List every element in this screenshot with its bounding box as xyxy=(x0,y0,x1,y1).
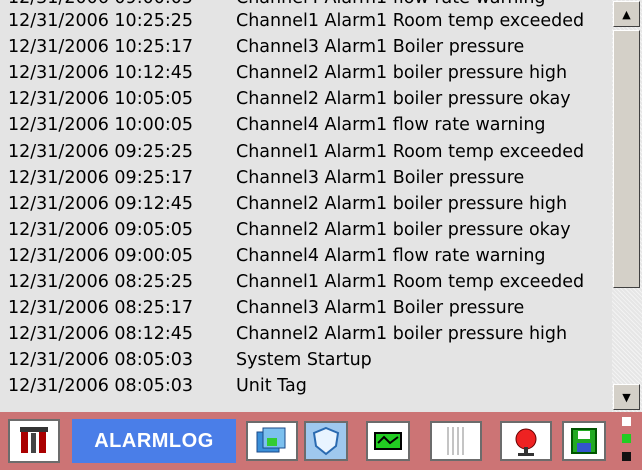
log-message: Channel2 Alarm1 boiler pressure okay xyxy=(236,219,571,240)
log-message: Channel1 Alarm1 Room temp exceeded xyxy=(236,272,585,292)
log-time: 12/31/2006 09:12:45 xyxy=(8,193,194,214)
log-row[interactable]: 12/31/2006 08:25:25 Channel1 Alarm1 Room … xyxy=(8,270,584,294)
log-row[interactable]: 12/31/2006 08:05:03 System Startup xyxy=(8,348,372,372)
log-row[interactable]: 12/31/2006 08:25:17 Channel3 Alarm1 Boile… xyxy=(8,296,524,320)
log-row[interactable]: 12/31/2006 10:25:25 Channel1 Alarm1 Room … xyxy=(8,9,584,33)
log-row[interactable]: 12/31/2006 08:05:03 Unit Tag xyxy=(8,374,307,398)
log-message: Channel3 Alarm1 Boiler pressure xyxy=(236,37,525,58)
log-time: 12/31/2006 09:00:05 xyxy=(8,245,194,266)
list-button[interactable] xyxy=(430,421,482,461)
log-row[interactable]: 12/31/2006 09:05:05 Channel2 Alarm1 boile… xyxy=(8,218,571,242)
log-time: 12/31/2006 10:00:05 xyxy=(8,115,194,136)
log-time: 12/31/2006 09:25:25 xyxy=(8,141,194,162)
log-row[interactable]: 12/31/2006 10:00:05 Channel4 Alarm1 flow … xyxy=(8,113,546,137)
log-row[interactable]: 12/31/2006 09:12:45 Channel2 Alarm1 boile… xyxy=(8,192,567,216)
status-led-1 xyxy=(622,417,631,426)
log-time: 12/31/2006 10:05:05 xyxy=(8,89,194,110)
log-row[interactable]: 12/31/2006 08:12:45 Channel2 Alarm1 boile… xyxy=(8,322,567,346)
shield-icon xyxy=(312,426,340,456)
log-row[interactable]: 12/31/2006 09:25:25 Channel1 Alarm1 Room … xyxy=(8,140,584,164)
list-icon xyxy=(447,427,464,455)
log-row[interactable]: 12/31/2006 09:00:05 Channel4 Alarm1 flow … xyxy=(8,244,546,268)
log-message: Channel2 Alarm1 boiler pressure high xyxy=(236,63,568,84)
log-message: Channel2 Alarm1 boiler pressure high xyxy=(236,324,568,345)
log-message: Channel3 Alarm1 Boiler pressure xyxy=(236,298,525,319)
alarm-log-list[interactable]: 12/31/2006 09:00:05 Channel4 Alarm1 flow … xyxy=(0,0,612,412)
setup-button[interactable] xyxy=(8,419,60,463)
bottom-toolbar: ALARMLOG xyxy=(0,412,642,470)
log-time: 12/31/2006 09:05:05 xyxy=(8,219,194,240)
log-row[interactable]: 12/31/2006 09:25:17 Channel3 Alarm1 Boile… xyxy=(8,166,524,190)
log-message: Channel1 Alarm1 Room temp exceeded xyxy=(236,141,585,162)
log-row[interactable]: 12/31/2006 10:25:17 Channel3 Alarm1 Boile… xyxy=(8,35,524,59)
alarm-groups-button[interactable] xyxy=(246,421,298,461)
log-row[interactable]: 12/31/2006 10:12:45 Channel2 Alarm1 boile… xyxy=(8,61,567,85)
save-icon xyxy=(571,428,597,454)
log-message: System Startup xyxy=(236,350,372,371)
status-led-3 xyxy=(622,452,631,461)
scroll-down-button[interactable]: ▼ xyxy=(613,384,640,410)
log-time: 12/31/2006 10:25:17 xyxy=(8,37,194,58)
save-button[interactable] xyxy=(562,421,606,461)
arrow-up-icon: ▲ xyxy=(622,7,631,21)
log-message: Channel4 Alarm1 flow rate warning xyxy=(236,115,546,136)
log-message: Channel1 Alarm1 Room temp exceeded xyxy=(236,11,585,31)
log-time: 12/31/2006 08:05:03 xyxy=(8,350,194,371)
log-message: Channel3 Alarm1 Boiler pressure xyxy=(236,167,525,188)
arrow-down-icon: ▼ xyxy=(622,390,631,404)
log-time: 12/31/2006 08:25:17 xyxy=(8,298,194,319)
log-time: 12/31/2006 09:25:17 xyxy=(8,167,194,188)
log-time: 12/31/2006 10:25:25 xyxy=(8,11,194,31)
trend-button[interactable] xyxy=(366,421,410,461)
tools-icon xyxy=(20,427,48,453)
log-time: 12/31/2006 08:05:03 xyxy=(8,376,194,397)
alarm-bell-icon xyxy=(515,428,537,456)
log-message: Channel2 Alarm1 boiler pressure high xyxy=(236,193,568,214)
scroll-up-button[interactable]: ▲ xyxy=(613,1,640,27)
log-time: 12/31/2006 10:12:45 xyxy=(8,63,194,84)
log-message: Channel2 Alarm1 boiler pressure okay xyxy=(236,89,571,110)
screen-title: ALARMLOG xyxy=(72,419,236,463)
status-led-2 xyxy=(622,434,631,443)
shield-button[interactable] xyxy=(304,421,348,461)
alarm-bell-button[interactable] xyxy=(500,421,552,461)
log-message: Channel4 Alarm1 flow rate warning xyxy=(236,245,546,266)
alarm-groups-icon xyxy=(256,427,286,453)
log-row[interactable]: 12/31/2006 10:05:05 Channel2 Alarm1 boile… xyxy=(8,87,571,111)
scroll-thumb[interactable] xyxy=(613,30,640,288)
log-message: Unit Tag xyxy=(236,376,307,397)
log-time: 12/31/2006 08:12:45 xyxy=(8,324,194,345)
vertical-scrollbar[interactable]: ▲ ▼ xyxy=(612,0,642,412)
log-time: 12/31/2006 08:25:25 xyxy=(8,272,194,292)
trend-icon xyxy=(374,432,402,450)
log-message: Channel4 Alarm1 flow rate warning xyxy=(236,0,546,8)
